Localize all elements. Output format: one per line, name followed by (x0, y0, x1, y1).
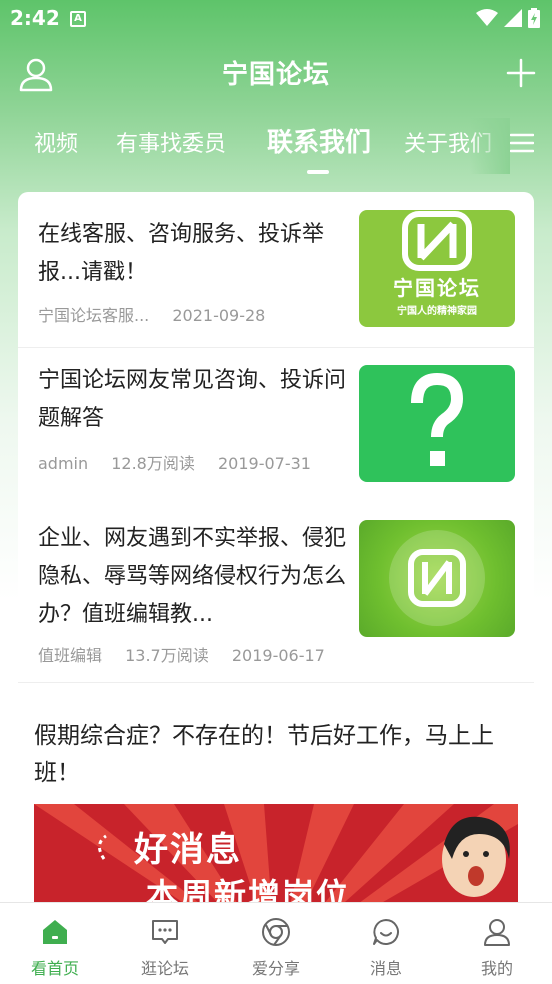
forum-icon (152, 920, 178, 944)
list-item[interactable]: 在线客服、咨询服务、投诉举报...请戳！ 宁国论坛客服... 2021-09-2… (18, 192, 534, 347)
list-item[interactable]: 企业、网友遇到不实举报、侵犯隐私、辱骂等网络侵权行为怎么办？值班编辑教... 值… (18, 504, 534, 682)
tabs-fade (470, 118, 510, 174)
article-meta: 值班编辑 13.7万阅读 2019-06-17 (38, 642, 343, 666)
page-title: 宁国论坛 (221, 60, 330, 90)
message-icon (373, 919, 399, 945)
nav-messages[interactable]: 消息 (331, 903, 441, 984)
nav-label: 看首页 (30, 959, 79, 978)
status-bar: 2:42 A (0, 0, 552, 38)
bottom-navigation: 看首页 逛论坛 爱分享 消息 我的 (0, 902, 552, 984)
battery-icon (528, 8, 540, 28)
divider (18, 682, 534, 683)
nav-label: 逛论坛 (140, 959, 189, 978)
status-time: 2:42 (10, 6, 60, 30)
article-author: admin (38, 454, 89, 473)
wifi-icon (476, 9, 498, 26)
tab-bar: 视频 有事找委员 联系我们 关于我们 (0, 118, 552, 174)
article-reads: 12.8万阅读 (111, 454, 195, 473)
article-thumbnail (359, 520, 515, 637)
nav-home[interactable]: 看首页 (0, 903, 110, 984)
article-reads: 13.7万阅读 (125, 646, 209, 665)
article-title: 企业、网友遇到不实举报、侵犯隐私、辱骂等网络侵权行为怎么办？值班编辑教... (38, 526, 347, 627)
nav-label: 消息 (369, 959, 402, 978)
tab-find-committee[interactable]: 有事找委员 (116, 126, 226, 158)
feature-title[interactable]: 假期综合症？不存在的！节后好工作，马上上班！ (34, 718, 520, 792)
article-title: 宁国论坛网友常见咨询、投诉问题解答 (38, 368, 347, 431)
article-meta: 宁国论坛客服... 2021-09-28 (38, 302, 283, 326)
menu-icon[interactable] (510, 132, 534, 154)
article-thumbnail: 宁国论坛 宁国人的精神家园 (359, 210, 515, 327)
nav-profile[interactable]: 我的 (442, 903, 552, 984)
article-meta: admin 12.8万阅读 2019-07-31 (38, 450, 329, 474)
question-mark-icon (411, 372, 464, 466)
status-icons (476, 8, 540, 28)
article-thumbnail (359, 365, 515, 482)
content-card: 在线客服、咨询服务、投诉举报...请戳！ 宁国论坛客服... 2021-09-2… (18, 192, 534, 914)
active-tab-indicator (307, 170, 329, 174)
article-title: 在线客服、咨询服务、投诉举报...请戳！ (38, 222, 325, 285)
feature-banner[interactable]: 好消息 本周新增岗位 (34, 804, 518, 914)
profile-icon (484, 919, 510, 946)
list-item[interactable]: 宁国论坛网友常见咨询、投诉问题解答 admin 12.8万阅读 2019-07-… (18, 348, 534, 503)
forum-logo-icon (389, 530, 485, 626)
banner-headline: 好消息 (134, 830, 242, 870)
tab-contact-us[interactable]: 联系我们 (267, 122, 371, 159)
home-icon (43, 920, 67, 944)
signal-icon (504, 9, 522, 27)
tab-video[interactable]: 视频 (34, 126, 78, 158)
nav-forum[interactable]: 逛论坛 (110, 903, 220, 984)
article-date: 2021-09-28 (172, 306, 266, 325)
notification-icon: A (70, 11, 86, 27)
app-header: 宁国论坛 (0, 40, 552, 106)
article-author: 值班编辑 (38, 646, 103, 665)
nav-label: 我的 (480, 959, 513, 978)
nav-label: 爱分享 (251, 959, 300, 978)
thumb-subtitle: 宁国人的精神家园 (397, 306, 477, 317)
nav-share[interactable]: 爱分享 (221, 903, 331, 984)
article-date: 2019-06-17 (231, 646, 325, 665)
thumb-title: 宁国论坛 (393, 276, 481, 300)
article-date: 2019-07-31 (217, 454, 311, 473)
add-icon[interactable] (506, 58, 536, 88)
article-author: 宁国论坛客服... (38, 306, 150, 325)
share-icon (262, 918, 290, 946)
